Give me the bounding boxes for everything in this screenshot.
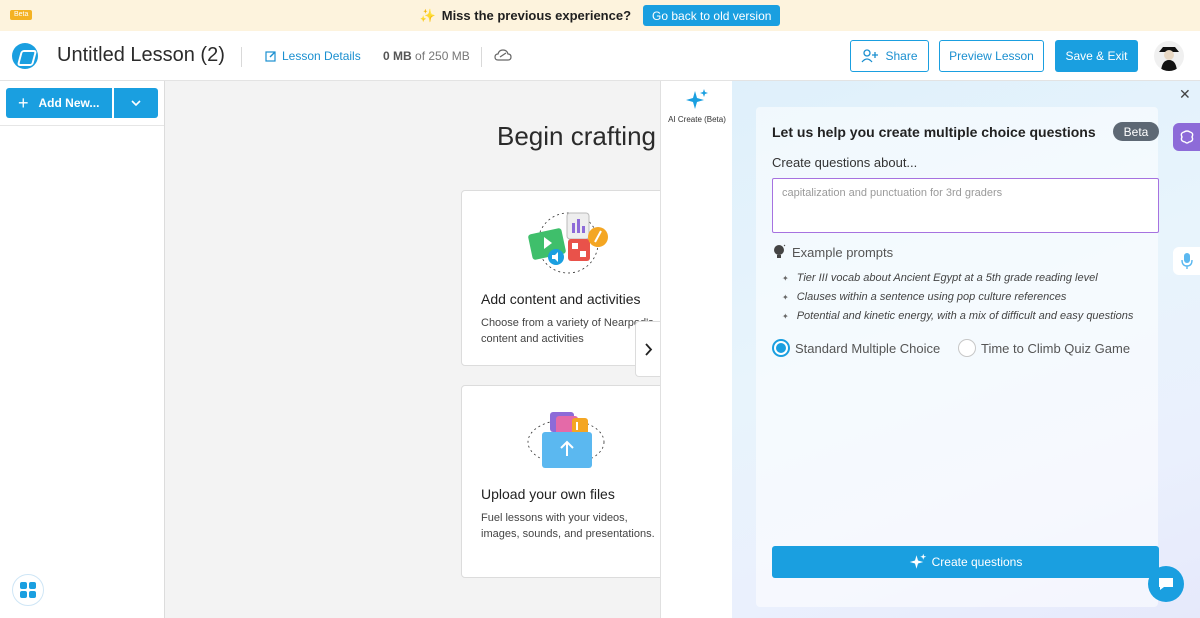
apps-grid-button[interactable]: [12, 574, 44, 606]
add-new-button[interactable]: + Add New...: [6, 88, 112, 118]
example-prompt-text: Clauses within a sentence using pop cult…: [796, 291, 1067, 303]
ai-rail: AI Create (Beta): [660, 81, 733, 618]
content-activities-illustration: [528, 212, 608, 274]
banner-message: ✨ Miss the previous experience?: [420, 8, 631, 24]
beta-badge: Beta: [1113, 122, 1159, 141]
ai-create-tab[interactable]: AI Create (Beta): [661, 81, 733, 136]
add-content-card[interactable]: Add content and activities Choose from a…: [461, 190, 660, 366]
example-prompts-label: Example prompts: [792, 244, 894, 260]
top-banner: Beta ✨ Miss the previous experience? Go b…: [0, 0, 1200, 31]
upload-illustration: [527, 412, 605, 468]
example-prompt-text: Tier III vocab about Ancient Egypt at a …: [796, 272, 1098, 284]
chat-icon: [1159, 578, 1173, 590]
chevron-right-icon: [644, 342, 652, 356]
lightbulb-icon: [774, 244, 786, 258]
sparkles-icon: [909, 553, 926, 569]
example-prompt[interactable]: ✦ Tier III vocab about Ancient Egypt at a…: [782, 272, 1098, 284]
microphone-button[interactable]: [1173, 247, 1200, 275]
chat-support-button[interactable]: [1148, 566, 1184, 602]
microphone-icon: [1180, 253, 1193, 269]
sparkle-icon: ✨: [419, 7, 436, 23]
divider: [241, 47, 242, 67]
ai-form: Let us help you create multiple choice q…: [756, 107, 1159, 607]
user-avatar-icon: [1159, 47, 1179, 71]
preview-lesson-button[interactable]: Preview Lesson: [939, 40, 1044, 72]
ai-create-label: AI Create (Beta): [668, 115, 726, 124]
edit-icon: [265, 51, 276, 62]
sparkle-icon: ✦: [782, 273, 789, 283]
share-label: Share: [885, 49, 918, 63]
close-icon[interactable]: ✕: [1179, 86, 1191, 103]
header: Untitled Lesson (2) Lesson Details 0 MB …: [0, 31, 1200, 81]
ai-create-panel: ✕ Let us help you create multiple choice…: [732, 81, 1200, 618]
left-sidebar: + Add New...: [0, 81, 165, 618]
option-label: Time to Climb Quiz Game: [981, 340, 1131, 356]
lesson-canvas: Begin crafting Add content and activitie…: [165, 81, 660, 618]
upload-files-card[interactable]: Upload your own files Fuel lessons with …: [461, 385, 660, 578]
example-prompt[interactable]: ✦ Potential and kinetic energy, with a mi…: [782, 310, 1133, 322]
create-questions-label: Create questions: [931, 555, 1023, 569]
storage-used: 0 MB: [383, 49, 412, 63]
page-title: Begin crafting: [497, 121, 656, 151]
go-back-old-version-button[interactable]: Go back to old version: [643, 5, 781, 26]
add-user-icon: [861, 49, 879, 63]
lesson-details-label: Lesson Details: [282, 49, 361, 63]
add-new-dropdown-button[interactable]: [114, 88, 158, 118]
option-standard-multiple-choice[interactable]: Standard Multiple Choice: [772, 339, 940, 357]
sparkle-icon: ✦: [782, 311, 789, 321]
share-button[interactable]: Share: [850, 40, 929, 72]
storage-total: of 250 MB: [415, 49, 470, 63]
card-title: Add content and activities: [481, 291, 641, 307]
cloud-sync-icon: [494, 49, 512, 61]
example-prompts-heading: Example prompts: [772, 244, 893, 260]
prompt-label: Create questions about...: [772, 155, 918, 170]
brain-icon: [1180, 130, 1193, 144]
radio-button-selected[interactable]: [772, 339, 790, 357]
banner-center: ✨ Miss the previous experience? Go back t…: [0, 5, 1200, 26]
expand-panel-tab[interactable]: [635, 321, 661, 377]
card-description: Choose from a variety of Nearpod's conte…: [481, 317, 654, 345]
option-label: Standard Multiple Choice: [795, 340, 941, 356]
brain-assistant-button[interactable]: [1173, 123, 1200, 151]
add-new-label: Add New...: [38, 96, 100, 110]
nearpod-logo-icon[interactable]: [12, 43, 38, 69]
create-questions-button[interactable]: Create questions: [772, 546, 1159, 578]
sparkles-icon: [686, 89, 708, 109]
divider: [481, 47, 482, 67]
lesson-details-link[interactable]: Lesson Details: [265, 49, 361, 63]
radio-button[interactable]: [958, 339, 976, 357]
sidebar-divider: [0, 125, 164, 126]
save-exit-button[interactable]: Save & Exit: [1055, 40, 1138, 72]
banner-message-text: Miss the previous experience?: [441, 7, 632, 23]
card-title: Upload your own files: [481, 486, 615, 502]
grid-icon: [20, 582, 36, 598]
plus-icon: +: [18, 93, 29, 113]
example-prompt[interactable]: ✦ Clauses within a sentence using pop cul…: [782, 291, 1066, 303]
card-description: Fuel lessons with your videos, images, s…: [481, 512, 655, 540]
storage-indicator: 0 MB of 250 MB: [383, 49, 470, 63]
prompt-input[interactable]: [772, 178, 1159, 233]
chevron-down-icon: [131, 100, 141, 106]
avatar[interactable]: [1154, 41, 1184, 71]
lesson-title[interactable]: Untitled Lesson (2): [57, 44, 225, 67]
panel-title: Let us help you create multiple choice q…: [772, 124, 1096, 140]
sparkle-icon: ✦: [782, 292, 789, 302]
example-prompt-text: Potential and kinetic energy, with a mix…: [796, 310, 1134, 322]
option-time-to-climb[interactable]: Time to Climb Quiz Game: [958, 339, 1130, 357]
